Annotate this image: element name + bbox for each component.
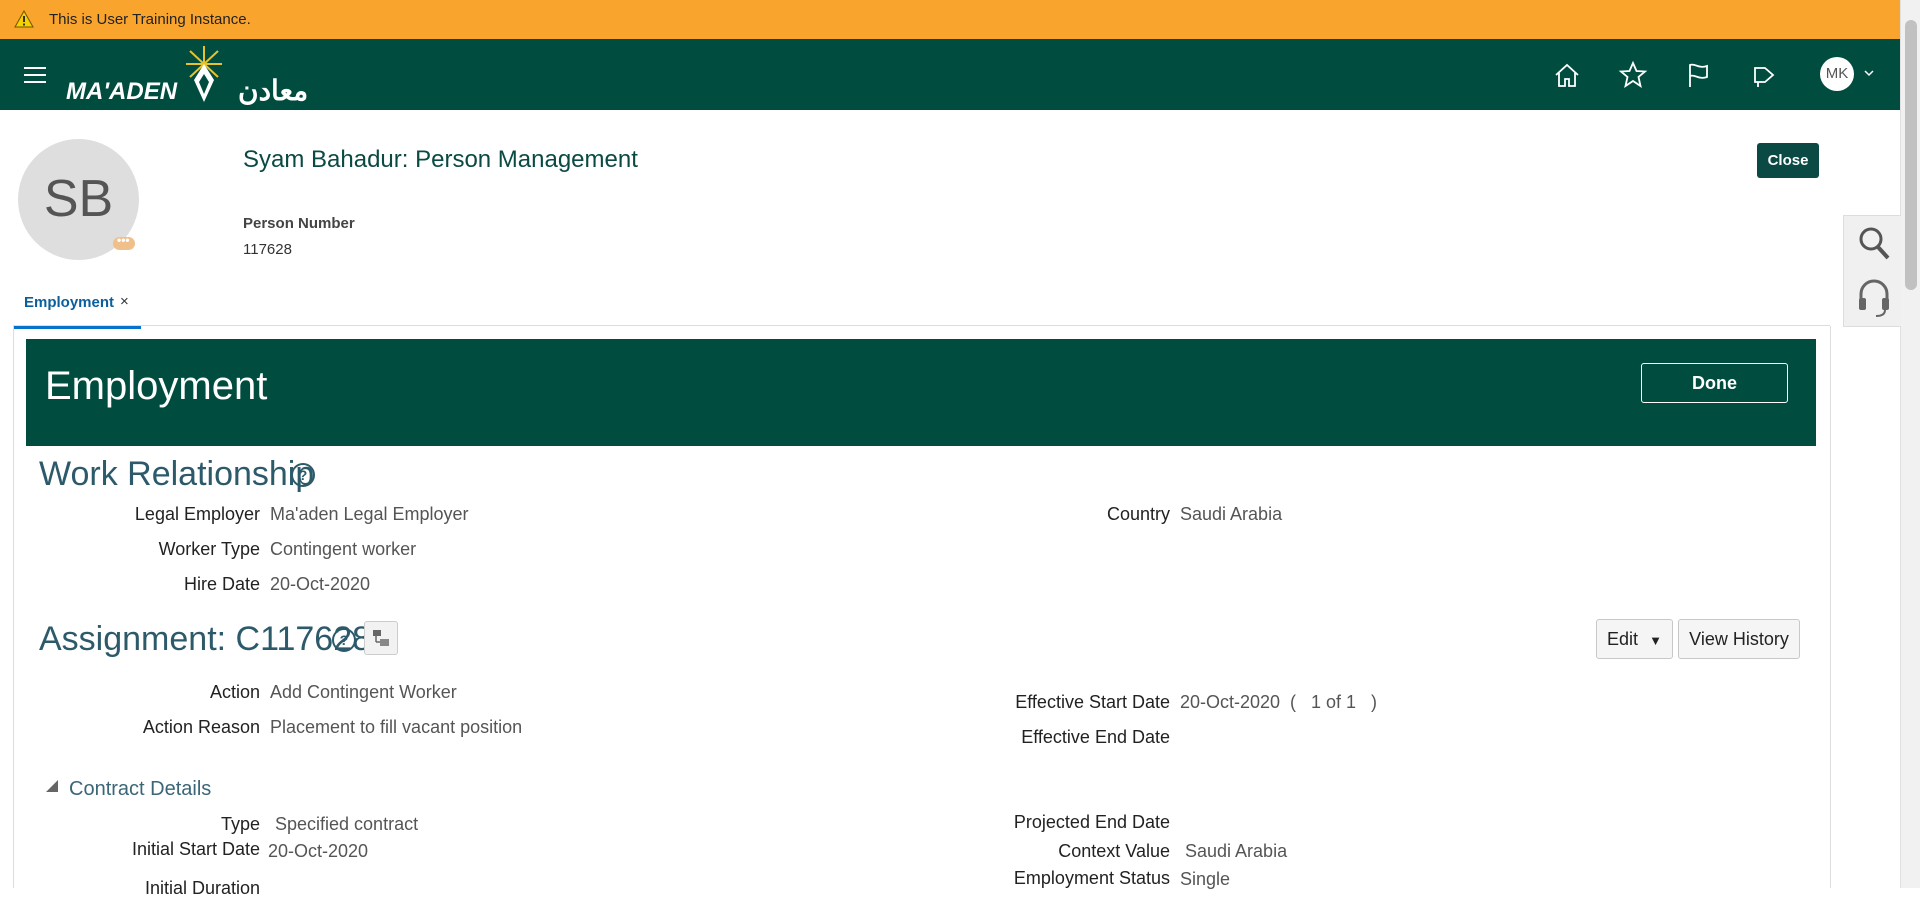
effective-start-date-value: 20-Oct-2020 — [1180, 692, 1281, 712]
person-number-value: 117628 — [243, 241, 292, 258]
legal-employer-label: Legal Employer — [134, 504, 260, 524]
effective-end-date-label: Effective End Date — [1021, 727, 1170, 747]
edit-button[interactable]: Edit ▼ — [1596, 619, 1673, 659]
person-number-label: Person Number — [243, 215, 355, 232]
help-icon[interactable]: ? — [291, 463, 315, 487]
logo-text: MA'ADEN — [66, 78, 178, 105]
country-value: Saudi Arabia — [1180, 504, 1283, 524]
banner-text: This is User Training Instance. — [49, 11, 251, 28]
hire-date-label: Hire Date — [183, 574, 260, 594]
hierarchy-icon — [373, 630, 389, 646]
watchlist-flag-icon[interactable] — [1683, 60, 1713, 90]
user-avatar[interactable]: MK — [1820, 57, 1854, 91]
tab-employment-label: Employment — [24, 294, 115, 311]
close-tab-icon[interactable]: × — [120, 293, 129, 310]
logo-star-icon — [186, 46, 222, 102]
effective-start-date-label: Effective Start Date — [1015, 692, 1170, 712]
view-history-button[interactable]: View History — [1678, 619, 1800, 659]
employment-title: Employment — [45, 364, 268, 408]
notifications-icon[interactable] — [1749, 60, 1779, 90]
edit-label: Edit — [1607, 629, 1639, 649]
maaden-logo[interactable]: MA'ADEN معادن — [64, 44, 334, 108]
initial-duration-label: Initial Duration — [144, 878, 260, 898]
initial-start-date-label: Initial Start Date — [131, 839, 260, 859]
contract-details-title[interactable]: Contract Details — [69, 778, 211, 801]
page-scrollbar[interactable] — [1900, 0, 1920, 888]
person-menu-badge[interactable]: ••• — [113, 233, 135, 250]
employment-status-value: Single — [1180, 869, 1231, 889]
search-icon[interactable] — [1856, 224, 1892, 264]
collapse-triangle-icon[interactable] — [45, 779, 59, 793]
action-reason-value: Placement to fill vacant position — [270, 717, 523, 737]
worker-type-label: Worker Type — [158, 539, 260, 559]
warning-icon — [14, 10, 34, 28]
country-label: Country — [1106, 504, 1170, 524]
page-title: Syam Bahadur: Person Management — [243, 146, 638, 173]
side-tools — [1843, 215, 1901, 327]
home-icon[interactable] — [1552, 60, 1582, 90]
assignment-title: Assignment: C117628 — [39, 620, 372, 658]
projected-end-date-label: Projected End Date — [1013, 812, 1170, 832]
chevron-down-icon[interactable] — [1863, 67, 1875, 79]
employment-status-label: Employment Status — [1013, 868, 1170, 888]
initial-start-date-value: 20-Oct-2020 — [268, 841, 369, 861]
employment-header-band — [26, 339, 1816, 446]
action-value: Add Contingent Worker — [270, 682, 457, 702]
action-label: Action — [209, 682, 260, 702]
tab-employment[interactable]: Employment × — [13, 290, 141, 329]
legal-employer-value: Ma'aden Legal Employer — [270, 504, 469, 524]
work-relationship-title: Work Relationship — [39, 455, 315, 493]
contract-type-label: Type — [220, 814, 260, 834]
hierarchy-button[interactable] — [364, 621, 398, 655]
action-reason-label: Action Reason — [142, 717, 260, 737]
done-button[interactable]: Done — [1641, 363, 1788, 403]
close-button[interactable]: Close — [1757, 143, 1819, 178]
contract-type-value: Specified contract — [275, 814, 419, 834]
headset-icon[interactable] — [1856, 276, 1892, 320]
favorites-star-icon[interactable] — [1618, 60, 1648, 90]
record-counter: ( 1 of 1 ) — [1290, 692, 1378, 712]
logo-arabic: معادن — [238, 75, 309, 106]
help-icon[interactable]: ? — [332, 628, 356, 652]
menu-icon[interactable] — [24, 67, 46, 83]
caret-down-icon: ▼ — [1649, 633, 1662, 648]
context-value-value: Saudi Arabia — [1185, 841, 1288, 861]
worker-type-value: Contingent worker — [270, 539, 417, 559]
context-value-label: Context Value — [1058, 841, 1170, 861]
hire-date-value: 20-Oct-2020 — [270, 574, 371, 594]
training-banner: This is User Training Instance. — [0, 0, 1920, 39]
